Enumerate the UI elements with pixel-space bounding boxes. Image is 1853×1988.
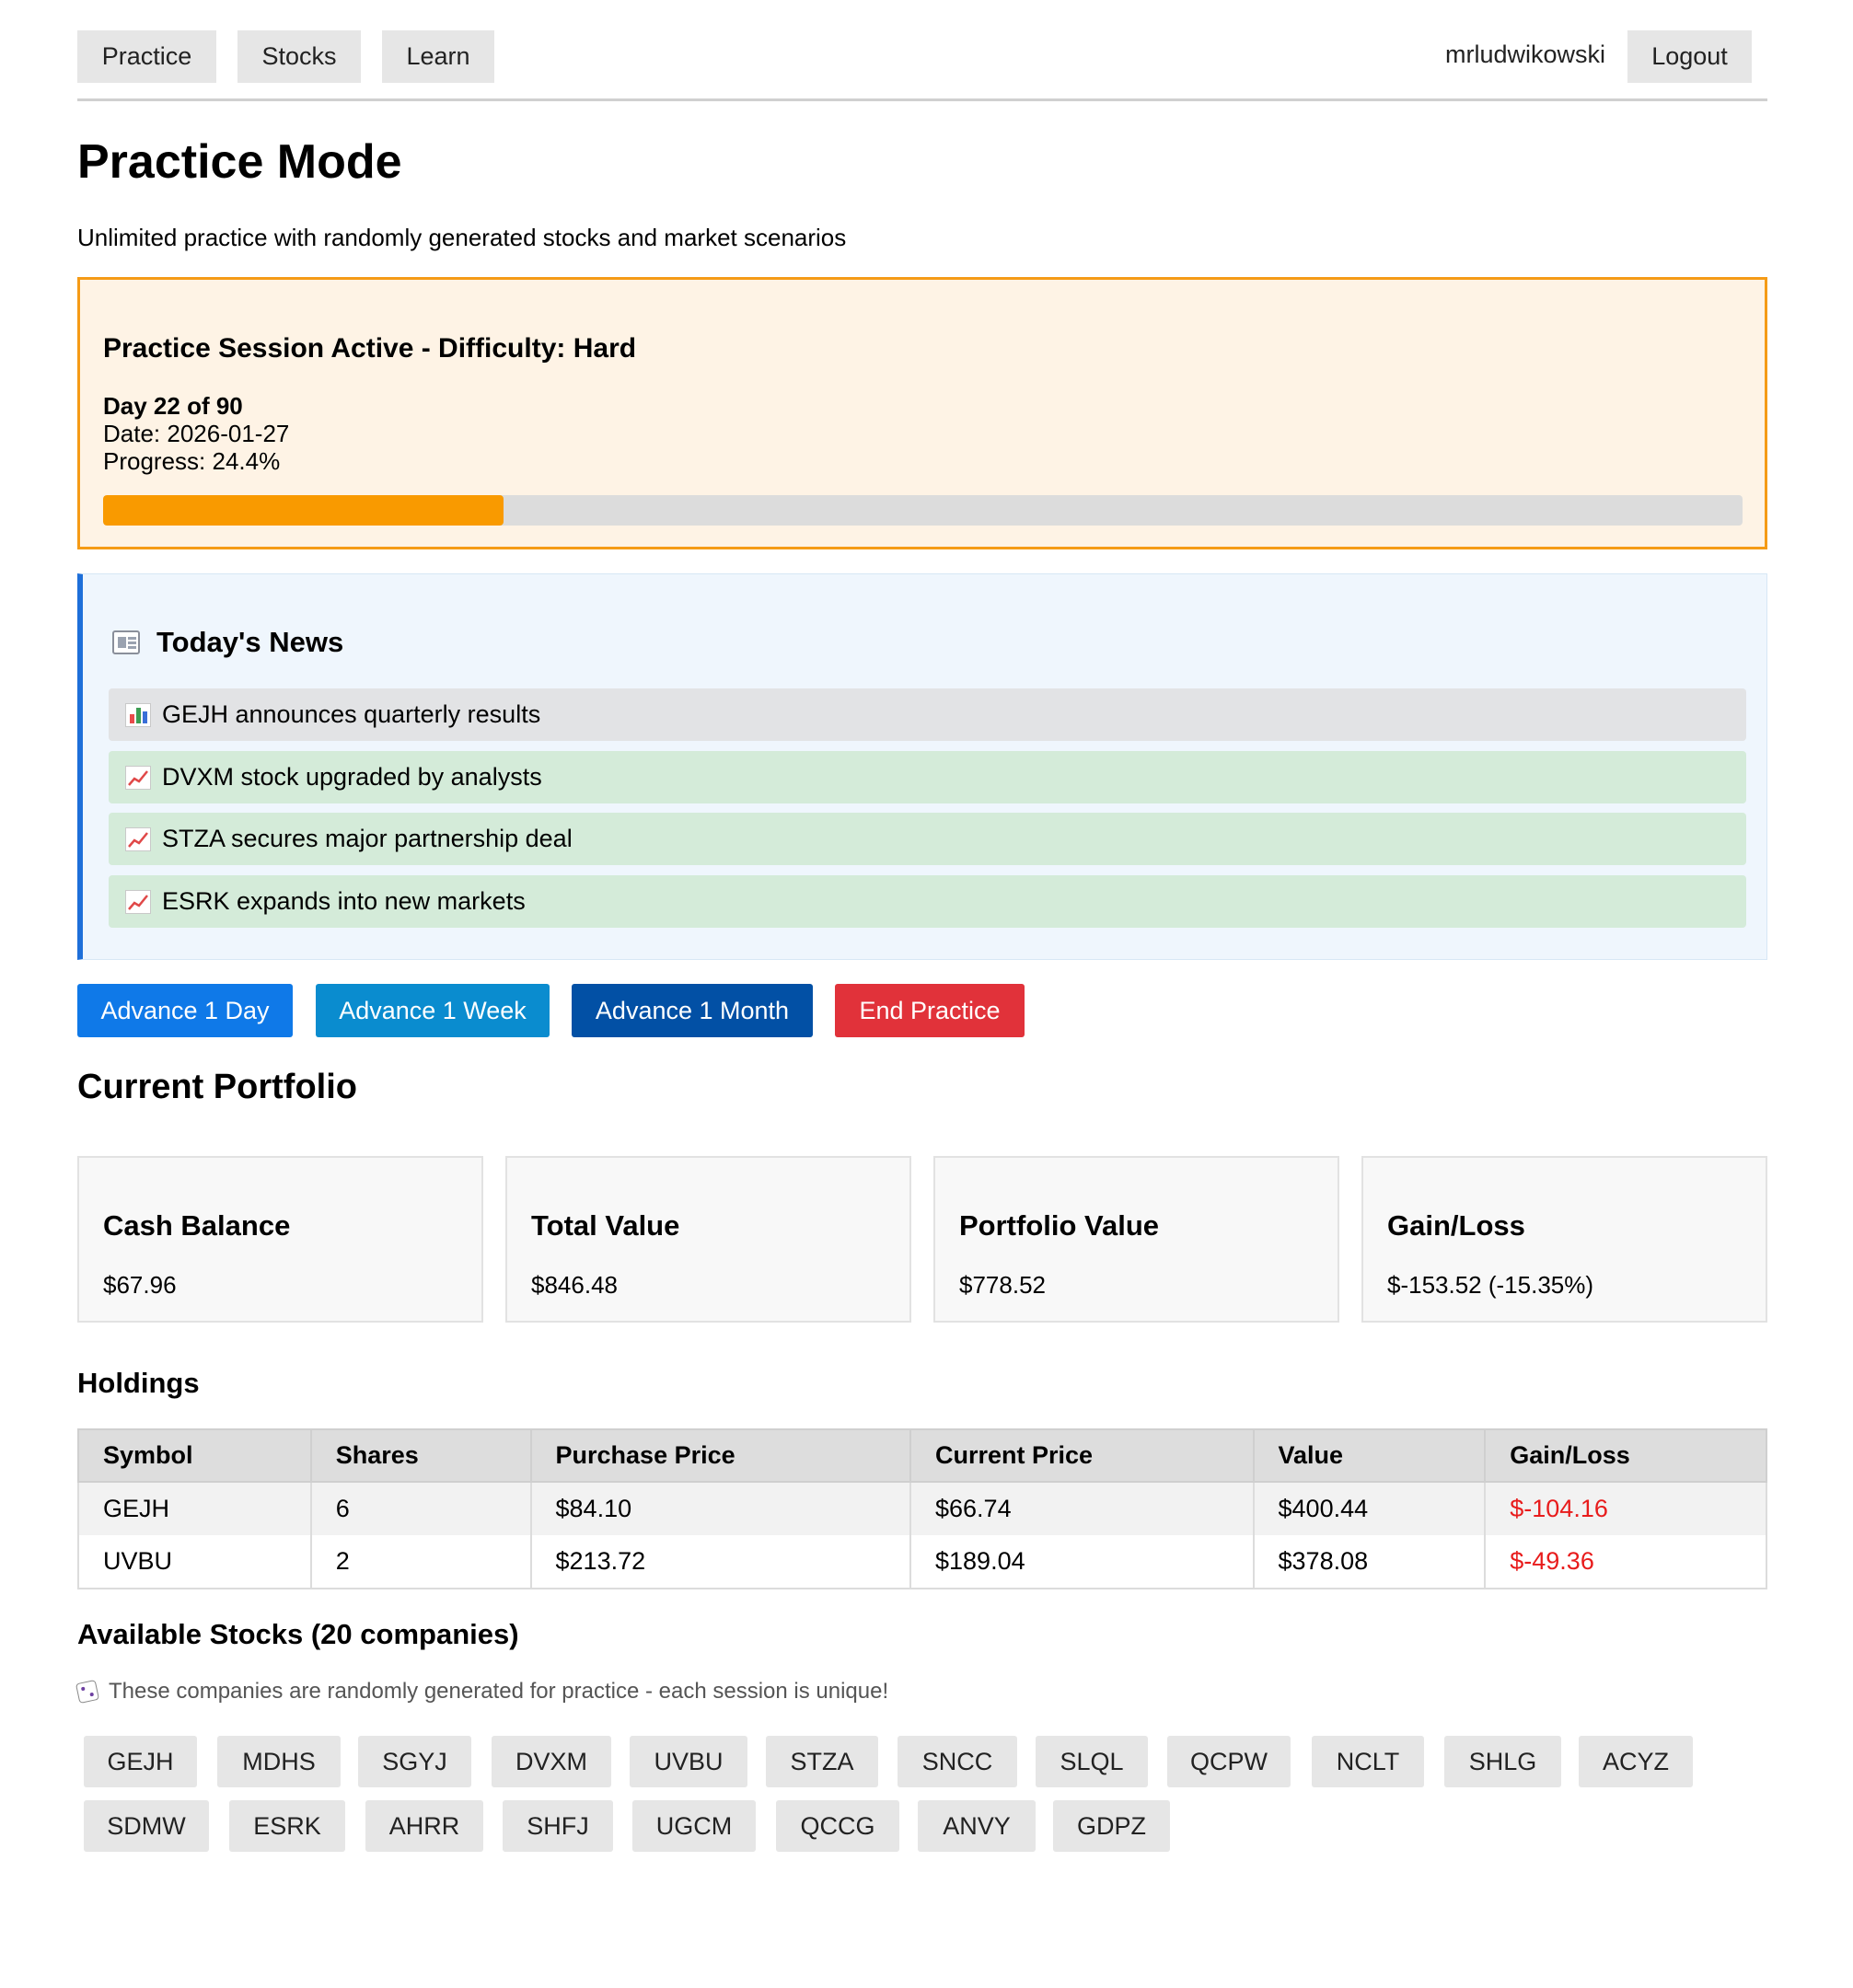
card-label: Portfolio Value	[959, 1209, 1160, 1242]
top-nav: Practice Stocks Learn mrludwikowski Logo…	[77, 0, 1767, 101]
cell-symbol: UVBU	[77, 1535, 312, 1589]
stock-chip[interactable]: ESRK	[229, 1800, 345, 1852]
stock-chip[interactable]: SHLG	[1444, 1736, 1561, 1787]
portfolio-value-card: Portfolio Value $778.52	[933, 1156, 1339, 1323]
card-label: Cash Balance	[103, 1209, 291, 1242]
stock-chip[interactable]: STZA	[766, 1736, 878, 1787]
available-stocks-note: These companies are randomly generated f…	[75, 1679, 889, 1705]
end-practice-button[interactable]: End Practice	[835, 984, 1025, 1037]
stock-chip[interactable]: ANVY	[918, 1800, 1036, 1852]
card-value: $778.52	[959, 1271, 1046, 1299]
chart-increasing-icon	[125, 765, 151, 790]
cell-shares: 6	[309, 1482, 532, 1535]
holdings-table: Symbol Shares Purchase Price Current Pri…	[77, 1428, 1767, 1589]
nav-practice-button[interactable]: Practice	[77, 30, 216, 83]
session-progress-bar	[103, 495, 1743, 526]
chart-increasing-icon	[125, 889, 151, 914]
news-item-text: GEJH announces quarterly results	[162, 700, 541, 728]
card-value: $67.96	[103, 1271, 177, 1299]
cell-current-price: $189.04	[909, 1535, 1255, 1589]
news-header: Today's News	[112, 626, 343, 659]
cell-gain-loss: $-49.36	[1484, 1535, 1767, 1589]
card-value: $846.48	[531, 1271, 618, 1299]
cash-balance-card: Cash Balance $67.96	[77, 1156, 483, 1323]
column-header: Symbol	[77, 1428, 312, 1483]
stock-chip[interactable]: SNCC	[898, 1736, 1017, 1787]
username-label: mrludwikowski	[1444, 40, 1605, 68]
column-header: Purchase Price	[529, 1428, 912, 1483]
column-header: Shares	[309, 1428, 532, 1483]
session-day: Day 22 of 90	[103, 392, 243, 420]
session-heading: Practice Session Active - Difficulty: Ha…	[103, 333, 637, 364]
todays-news-panel: Today's News GEJH announces quarterly re…	[77, 573, 1767, 960]
news-item-text: DVXM stock upgraded by analysts	[162, 763, 542, 791]
stock-chip[interactable]: GEJH	[84, 1736, 197, 1787]
page-title: Practice Mode	[77, 135, 402, 189]
stock-chip[interactable]: AHRR	[365, 1800, 483, 1852]
news-item: GEJH announces quarterly results	[109, 688, 1746, 741]
nav-stocks-button[interactable]: Stocks	[237, 30, 361, 83]
card-label: Gain/Loss	[1387, 1209, 1525, 1242]
table-row: UVBU 2 $213.72 $189.04 $378.08 $-49.36	[77, 1535, 1767, 1589]
stock-chip[interactable]: QCCG	[776, 1800, 899, 1852]
holdings-heading: Holdings	[77, 1367, 200, 1399]
card-value: $-153.52 (-15.35%)	[1387, 1271, 1594, 1299]
session-progress-fill	[103, 495, 504, 526]
newspaper-icon	[112, 630, 140, 654]
current-portfolio-heading: Current Portfolio	[77, 1068, 357, 1106]
page: Practice Stocks Learn mrludwikowski Logo…	[75, 0, 1767, 1852]
cell-gain-loss: $-104.16	[1484, 1482, 1767, 1535]
cell-current-price: $66.74	[909, 1482, 1255, 1535]
cell-purchase-price: $84.10	[529, 1482, 912, 1535]
chart-increasing-icon	[125, 826, 151, 851]
stock-chip[interactable]: SLQL	[1036, 1736, 1148, 1787]
practice-session-panel: Practice Session Active - Difficulty: Ha…	[77, 277, 1767, 549]
news-item: ESRK expands into new markets	[109, 875, 1746, 928]
column-header: Gain/Loss	[1484, 1428, 1767, 1483]
news-item-text: STZA secures major partnership deal	[162, 825, 573, 852]
cell-purchase-price: $213.72	[529, 1535, 912, 1589]
stock-chip[interactable]: MDHS	[217, 1736, 341, 1787]
advance-month-button[interactable]: Advance 1 Month	[572, 984, 813, 1037]
note-text: These companies are randomly generated f…	[109, 1679, 889, 1704]
stock-chip[interactable]: SGYJ	[358, 1736, 471, 1787]
card-label: Total Value	[531, 1209, 680, 1242]
gain-loss-card: Gain/Loss $-153.52 (-15.35%)	[1361, 1156, 1767, 1323]
total-value-card: Total Value $846.48	[505, 1156, 911, 1323]
advance-week-button[interactable]: Advance 1 Week	[316, 984, 550, 1037]
column-header: Current Price	[909, 1428, 1255, 1483]
news-item: STZA secures major partnership deal	[109, 813, 1746, 865]
logout-button[interactable]: Logout	[1627, 30, 1752, 83]
news-item: DVXM stock upgraded by analysts	[109, 751, 1746, 803]
bar-chart-icon	[125, 702, 151, 727]
cell-value: $400.44	[1252, 1482, 1487, 1535]
stock-chip[interactable]: DVXM	[492, 1736, 611, 1787]
stock-chip[interactable]: ACYZ	[1579, 1736, 1693, 1787]
nav-learn-button[interactable]: Learn	[382, 30, 494, 83]
stock-chip[interactable]: QCPW	[1167, 1736, 1291, 1787]
stock-chip[interactable]: UGCM	[632, 1800, 756, 1852]
stock-chip[interactable]: UVBU	[630, 1736, 747, 1787]
stock-chip[interactable]: SDMW	[84, 1800, 209, 1852]
page-subtitle: Unlimited practice with randomly generat…	[77, 224, 847, 251]
dice-icon	[75, 1679, 100, 1705]
news-heading: Today's News	[156, 626, 344, 658]
table-row: GEJH 6 $84.10 $66.74 $400.44 $-104.16	[77, 1482, 1767, 1535]
stock-chip[interactable]: NCLT	[1312, 1736, 1424, 1787]
cell-shares: 2	[309, 1535, 532, 1589]
stock-chip[interactable]: GDPZ	[1053, 1800, 1170, 1852]
session-progress-text: Progress: 24.4%	[103, 447, 281, 475]
news-item-text: ESRK expands into new markets	[162, 887, 526, 915]
column-header: Value	[1252, 1428, 1487, 1483]
session-date: Date: 2026-01-27	[103, 420, 290, 447]
advance-day-button[interactable]: Advance 1 Day	[77, 984, 293, 1037]
available-stocks-heading: Available Stocks (20 companies)	[77, 1618, 519, 1650]
cell-value: $378.08	[1252, 1535, 1487, 1589]
table-header-row: Symbol Shares Purchase Price Current Pri…	[77, 1428, 1767, 1483]
cell-symbol: GEJH	[77, 1482, 312, 1535]
stock-chip[interactable]: SHFJ	[503, 1800, 613, 1852]
